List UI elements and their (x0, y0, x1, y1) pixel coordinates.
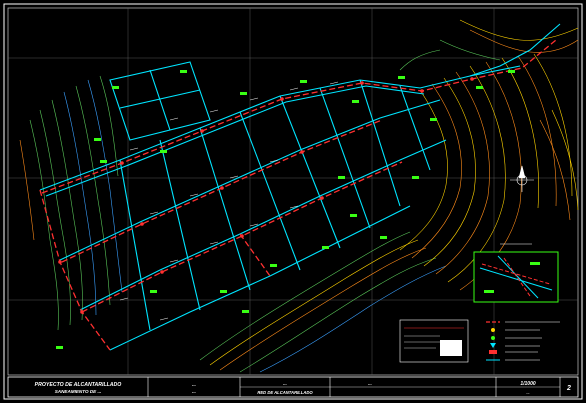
scale-text: 1/1000 (520, 381, 536, 387)
sheet-title: ... (283, 381, 287, 386)
coordinate-grid (8, 8, 578, 375)
date-text: ... (526, 390, 529, 395)
cell2-line2: ... (192, 389, 196, 394)
contour-lines-left (19, 75, 123, 331)
project-title-line1: PROYECTO DE ALCANTARILLADO (35, 382, 122, 388)
node-label-tags (56, 70, 515, 349)
contour-lines-right (399, 19, 579, 291)
detail-inset (473, 251, 559, 303)
drawing-frame (7, 7, 579, 376)
sheet-border (3, 3, 583, 400)
drawing-name: RED DE ALCANTARILLADO (257, 390, 313, 395)
notes-box (399, 319, 469, 363)
cad-drawing-sheet[interactable]: PROYECTO DE ALCANTARILLADO SANEAMIENTO D… (0, 0, 586, 403)
street-annotations (119, 81, 339, 321)
legend (486, 321, 560, 361)
project-title-line2: SANEAMIENTO DE ... (55, 389, 102, 394)
drawn-by: ... (368, 381, 372, 386)
title-block: PROYECTO DE ALCANTARILLADO SANEAMIENTO D… (7, 376, 579, 398)
contour-lines-lower (199, 231, 447, 373)
north-arrow-icon (510, 165, 534, 192)
cell2-line1: ... (192, 382, 196, 387)
sheet-number: 2 (566, 385, 571, 392)
